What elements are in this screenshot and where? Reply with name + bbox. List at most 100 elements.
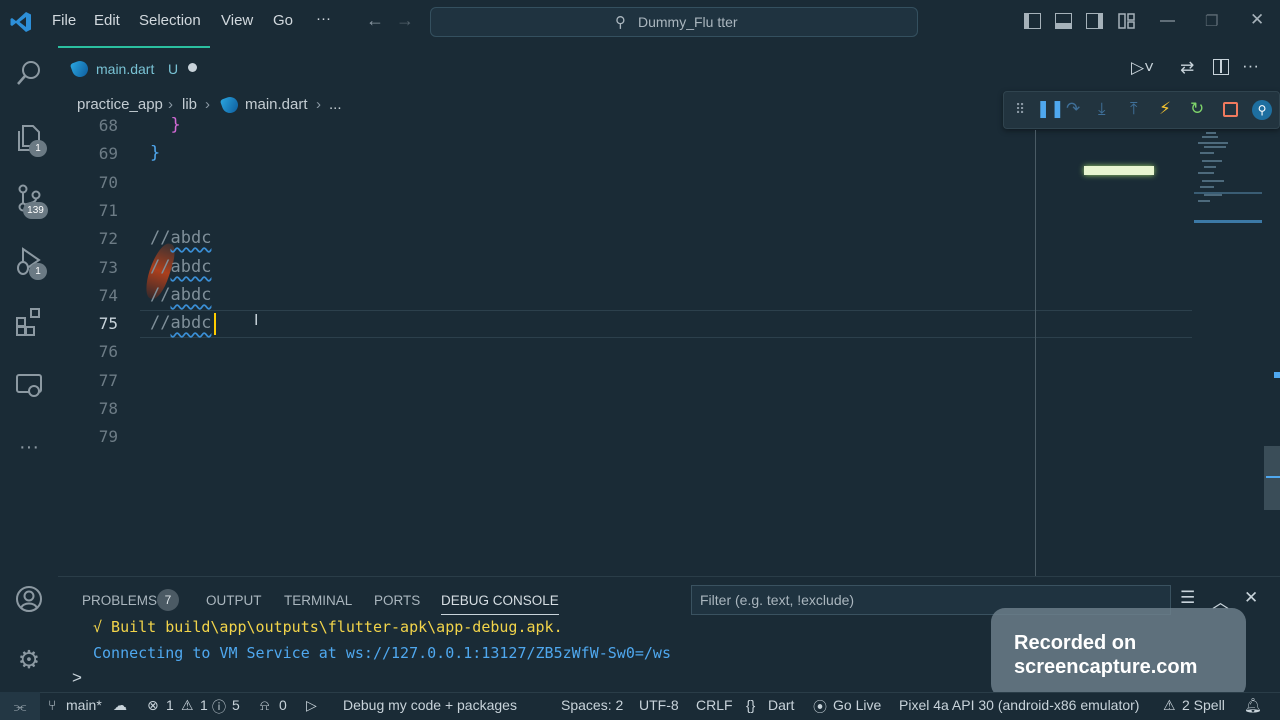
code-line[interactable]: }: [150, 115, 180, 135]
menu-more[interactable]: ···: [316, 10, 331, 27]
menu-go[interactable]: Go: [273, 12, 293, 29]
line-number: 76: [98, 342, 118, 361]
line-number: 70: [98, 173, 118, 192]
vertical-scrollbar[interactable]: [1264, 446, 1280, 510]
status-ports[interactable]: 0: [279, 697, 287, 713]
menu-edit[interactable]: Edit: [94, 12, 120, 29]
status-spell[interactable]: 2 Spell: [1182, 697, 1225, 713]
line-number: 77: [98, 371, 118, 390]
breadcrumb-file[interactable]: main.dart: [245, 96, 308, 113]
status-infos[interactable]: 5: [232, 697, 240, 713]
menu-view[interactable]: View: [221, 12, 253, 29]
minimize-icon[interactable]: —: [1160, 12, 1175, 29]
code-line[interactable]: //abdc: [150, 257, 211, 277]
comment-prefix: //: [150, 313, 171, 333]
forward-arrow-icon[interactable]: →: [396, 10, 414, 31]
command-center-search[interactable]: ⚲ Dummy_Flu tter: [430, 7, 918, 37]
drag-handle-icon[interactable]: ⠿: [1015, 101, 1025, 118]
restart-icon[interactable]: ↻: [1190, 99, 1204, 119]
remote-indicator-icon[interactable]: ⫘: [0, 692, 40, 720]
sync-icon[interactable]: ☁: [113, 697, 127, 714]
branch-icon: ⑂: [48, 697, 57, 713]
unsaved-dot-icon[interactable]: [188, 63, 197, 72]
breadcrumb-symbol[interactable]: ...: [329, 96, 342, 113]
tab-main-dart[interactable]: main.dart U: [58, 46, 210, 88]
comment-text: abdc: [170, 285, 212, 305]
extensions-icon[interactable]: [14, 307, 44, 337]
toggle-secondary-sidebar-icon[interactable]: [1086, 13, 1103, 29]
tab-debug-console[interactable]: DEBUG CONSOLE: [441, 593, 559, 615]
tab-problems[interactable]: PROBLEMS: [82, 593, 157, 608]
breadcrumb-chevron-icon: ›: [205, 96, 210, 113]
breadcrumb-lib[interactable]: lib: [182, 96, 197, 113]
overview-ruler-marker: [1274, 372, 1280, 378]
console-output-line: Connecting to VM Service at ws://127.0.0…: [93, 644, 671, 662]
search-activity-icon[interactable]: [14, 58, 44, 88]
settings-gear-icon[interactable]: ⚙: [14, 645, 44, 675]
step-into-icon[interactable]: ⤓: [1098, 99, 1106, 119]
status-eol[interactable]: CRLF: [696, 697, 733, 713]
close-window-icon[interactable]: ✕: [1250, 10, 1264, 30]
comment-text: abdc: [170, 228, 212, 248]
console-output-line: √ Built build\app\outputs\flutter-apk\ap…: [93, 618, 563, 636]
step-out-icon[interactable]: ⤒: [1130, 99, 1138, 119]
close-panel-icon[interactable]: ✕: [1244, 588, 1258, 608]
status-device[interactable]: Pixel 4a API 30 (android-x86 emulator): [899, 697, 1139, 713]
status-spaces[interactable]: Spaces: 2: [561, 697, 623, 713]
toggle-primary-sidebar-icon[interactable]: [1024, 13, 1041, 29]
status-go-live[interactable]: Go Live: [833, 697, 881, 713]
stop-icon[interactable]: [1223, 102, 1238, 117]
compare-changes-icon[interactable]: ⇄: [1180, 58, 1194, 78]
comment-text: abdc: [170, 257, 212, 277]
error-icon: ⊗: [147, 697, 159, 713]
code-line[interactable]: }: [150, 143, 160, 163]
status-encoding[interactable]: UTF-8: [639, 697, 679, 713]
tab-untracked-status: U: [168, 61, 179, 77]
breadcrumb-project[interactable]: practice_app: [77, 96, 163, 113]
status-errors[interactable]: 1: [166, 697, 174, 713]
code-line[interactable]: //abdc: [150, 228, 211, 248]
watermark-line-2: screencapture.com: [1014, 656, 1198, 678]
accounts-icon[interactable]: [14, 584, 44, 614]
back-arrow-icon[interactable]: ←: [366, 10, 384, 31]
more-views-icon[interactable]: ···: [14, 432, 44, 462]
code-line[interactable]: //abdc: [150, 285, 211, 305]
hot-reload-icon[interactable]: ⚡: [1159, 99, 1171, 119]
tab-terminal[interactable]: TERMINAL: [284, 593, 352, 608]
line-number: 73: [98, 258, 118, 277]
toggle-panel-icon[interactable]: [1055, 13, 1072, 29]
step-over-icon[interactable]: ↷: [1066, 99, 1080, 119]
broadcast-icon: ⦿: [813, 699, 827, 715]
line-number: 74: [98, 286, 118, 305]
status-debug-config[interactable]: Debug my code + packages: [343, 697, 517, 713]
more-actions-icon[interactable]: ···: [1242, 56, 1259, 76]
info-icon: ⓘ: [212, 699, 226, 715]
status-branch[interactable]: main*: [66, 697, 102, 713]
status-warnings[interactable]: 1: [200, 697, 208, 713]
notifications-bell-icon[interactable]: 🔔︎: [1244, 697, 1262, 714]
pause-icon[interactable]: ❚❚: [1036, 99, 1065, 119]
minimap[interactable]: [1194, 130, 1264, 230]
devtools-icon[interactable]: ⚲: [1252, 100, 1272, 120]
text-cursor: [214, 313, 216, 335]
line-number: 78: [98, 399, 118, 418]
restore-icon[interactable]: ❐: [1205, 12, 1218, 30]
split-editor-icon[interactable]: [1213, 59, 1229, 75]
braces-icon: {}: [746, 697, 756, 713]
menu-file[interactable]: File: [52, 12, 76, 29]
comment-prefix: //: [150, 228, 171, 248]
customize-layout-icon[interactable]: [1118, 13, 1135, 29]
code-line[interactable]: //abdc: [150, 313, 211, 333]
dart-file-icon: [219, 94, 241, 116]
console-prompt[interactable]: >: [72, 668, 82, 688]
recording-watermark: Recorded on screencapture.com: [991, 608, 1246, 698]
breadcrumb-chevron-icon: ›: [316, 96, 321, 113]
line-number: 68: [98, 116, 118, 135]
tab-ports[interactable]: PORTS: [374, 593, 420, 608]
run-debug-action-icon[interactable]: ▷˅: [1131, 58, 1154, 78]
status-language[interactable]: Dart: [768, 697, 794, 713]
clear-console-icon[interactable]: ☰: [1180, 588, 1195, 608]
menu-selection[interactable]: Selection: [139, 12, 201, 29]
remote-explorer-icon[interactable]: [14, 370, 44, 400]
tab-output[interactable]: OUTPUT: [206, 593, 262, 608]
